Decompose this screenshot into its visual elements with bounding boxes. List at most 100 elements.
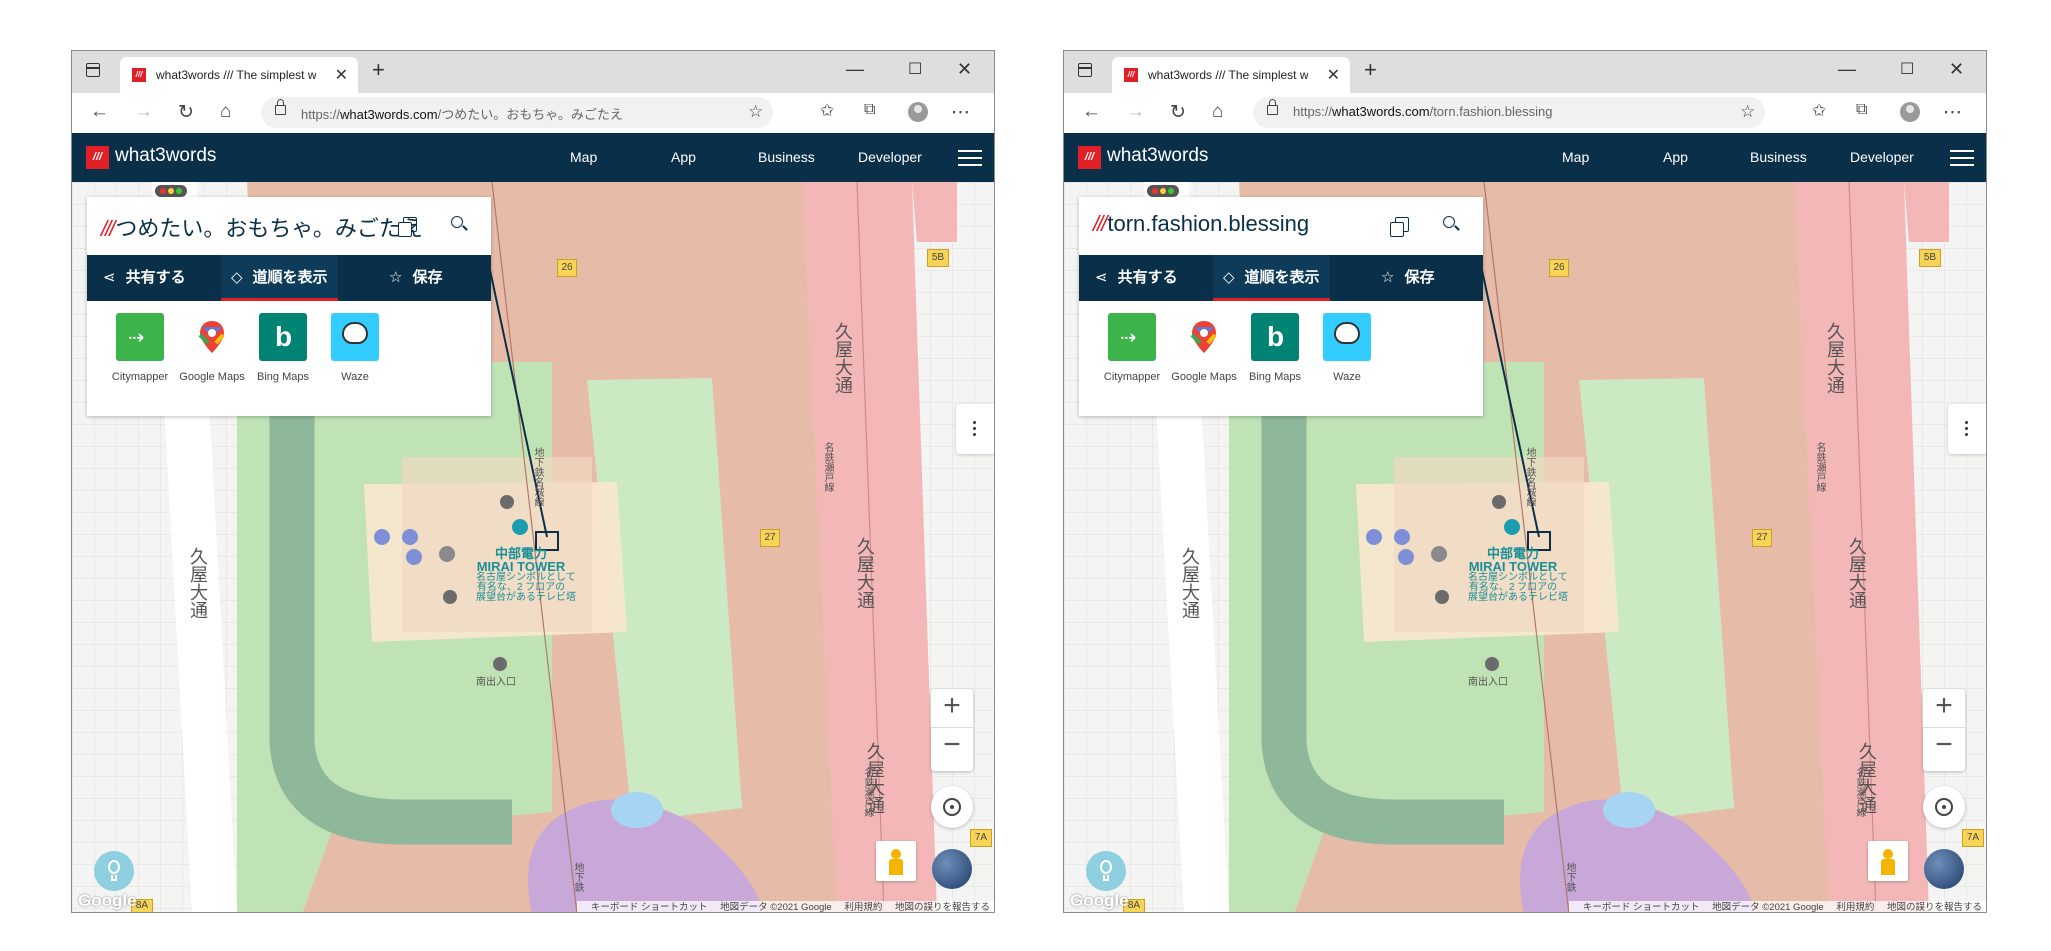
waze-icon — [1323, 313, 1371, 361]
nav-business[interactable]: Business — [1750, 149, 1807, 165]
url-text[interactable]: https://what3words.com/torn.fashion.bles… — [1293, 104, 1552, 119]
close-window-icon[interactable]: ✕ — [1949, 59, 1964, 80]
profile-avatar[interactable] — [1900, 102, 1920, 122]
search-icon[interactable] — [451, 216, 463, 228]
w3w-logo-icon[interactable]: /// — [86, 146, 109, 169]
more-icon[interactable]: ⋯ — [1943, 101, 1962, 124]
copy-icon[interactable] — [398, 217, 417, 237]
nav-map[interactable]: Map — [570, 149, 597, 165]
street-view-pegman-icon[interactable] — [1868, 841, 1908, 881]
directions-button[interactable]: ◇ 道順を表示 — [1213, 255, 1330, 301]
refresh-icon[interactable]: ↻ — [1170, 101, 1186, 124]
terms-link[interactable]: 利用規約 — [1836, 902, 1874, 912]
favorites-icon[interactable]: ✩ — [820, 101, 834, 121]
home-icon[interactable]: ⌂ — [220, 101, 231, 123]
terms-link[interactable]: 利用規約 — [844, 902, 882, 912]
zoom-out-button[interactable]: − — [931, 727, 973, 762]
zoom-out-button[interactable]: − — [1923, 727, 1965, 762]
landmark-label[interactable]: 中部電力 MIRAI TOWER 名古屋シンボルとして 有名な、2 フロアの 展… — [476, 547, 576, 603]
landmark-label[interactable]: 中部電力 MIRAI TOWER 名古屋シンボルとして 有名な、2 フロアの 展… — [1468, 547, 1568, 603]
zoom-in-button[interactable]: + — [931, 689, 973, 723]
refresh-icon[interactable]: ↻ — [178, 101, 194, 124]
menu-icon[interactable] — [958, 150, 982, 166]
nav-developer[interactable]: Developer — [1850, 149, 1914, 165]
forward-icon[interactable]: → — [1126, 101, 1145, 123]
app-bing-maps[interactable]: b Bing Maps — [248, 313, 318, 384]
back-icon[interactable]: ← — [1082, 101, 1101, 123]
search-icon[interactable] — [1443, 216, 1455, 228]
map-canvas[interactable]: 26 27 5B 7A 8A 久屋大通 久屋大通 久屋大通 久屋大通 名鉄瀬戸線… — [72, 182, 994, 912]
add-favorite-icon[interactable]: ☆ — [1740, 102, 1755, 122]
forward-icon[interactable]: → — [134, 101, 153, 123]
word-address[interactable]: ///つめたい。おもちゃ。みごたえ — [101, 211, 423, 243]
tab-actions-icon[interactable] — [86, 63, 100, 77]
minimize-icon[interactable]: — — [846, 59, 864, 80]
lock-icon[interactable] — [275, 99, 286, 115]
app-waze[interactable]: Waze — [1312, 313, 1382, 384]
nav-business[interactable]: Business — [758, 149, 815, 165]
back-icon[interactable]: ← — [90, 101, 109, 123]
keyboard-shortcuts-link[interactable]: キーボード ショートカット — [1583, 902, 1700, 912]
keyboard-shortcuts-link[interactable]: キーボード ショートカット — [591, 902, 708, 912]
new-tab-icon[interactable]: + — [372, 57, 385, 83]
share-button[interactable]: ⋖ 共有する — [103, 255, 186, 301]
lightbulb-icon[interactable] — [94, 851, 134, 891]
directions-button[interactable]: ◇ 道順を表示 — [221, 255, 338, 301]
satellite-toggle-icon[interactable] — [1924, 849, 1964, 889]
word-address[interactable]: ///torn.fashion.blessing — [1093, 211, 1309, 237]
lock-icon[interactable] — [1267, 99, 1278, 115]
nav-map[interactable]: Map — [1562, 149, 1589, 165]
satellite-toggle-icon[interactable] — [932, 849, 972, 889]
app-bing-maps[interactable]: b Bing Maps — [1240, 313, 1310, 384]
locate-me-button[interactable] — [1923, 786, 1965, 828]
more-options-button[interactable] — [956, 404, 994, 454]
new-tab-icon[interactable]: + — [1364, 57, 1377, 83]
favorites-icon[interactable]: ✩ — [1812, 101, 1826, 121]
minimize-icon[interactable]: — — [1838, 59, 1856, 80]
tab-actions-icon[interactable] — [1078, 63, 1092, 77]
collections-icon[interactable]: ⧉ — [1856, 101, 1867, 119]
lightbulb-icon[interactable] — [1086, 851, 1126, 891]
zoom-in-button[interactable]: + — [1923, 689, 1965, 723]
browser-window-right: /// what3words /// The simplest way ✕ + … — [1063, 50, 1987, 913]
logo-text[interactable]: what3words — [115, 145, 216, 167]
menu-icon[interactable] — [1950, 150, 1974, 166]
more-icon[interactable]: ⋯ — [951, 101, 970, 124]
maximize-icon[interactable]: ☐ — [1900, 59, 1914, 79]
report-error-link[interactable]: 地図の誤りを報告する — [895, 902, 990, 912]
report-error-link[interactable]: 地図の誤りを報告する — [1887, 902, 1982, 912]
map-canvas[interactable]: 26 27 5B 7A 8A 久屋大通 久屋大通 久屋大通 久屋大通 名鉄瀬戸線… — [1064, 182, 1986, 912]
nav-app[interactable]: App — [671, 149, 696, 165]
street-view-pegman-icon[interactable] — [876, 841, 916, 881]
logo-text[interactable]: what3words — [1107, 145, 1208, 167]
url-text[interactable]: https://what3words.com/つめたい。おもちゃ。みごたえ — [301, 104, 623, 123]
close-tab-icon[interactable]: ✕ — [335, 65, 348, 85]
save-button[interactable]: ☆ 保存 — [1381, 255, 1434, 301]
profile-avatar[interactable] — [908, 102, 928, 122]
nav-developer[interactable]: Developer — [858, 149, 922, 165]
address-bar[interactable]: https://what3words.com/torn.fashion.bles… — [1253, 97, 1765, 128]
nav-app[interactable]: App — [1663, 149, 1688, 165]
close-window-icon[interactable]: ✕ — [957, 59, 972, 80]
add-favorite-icon[interactable]: ☆ — [748, 102, 763, 122]
app-google-maps[interactable]: Google Maps — [177, 313, 247, 384]
route-shield-27: 27 — [1752, 529, 1772, 547]
w3w-logo-icon[interactable]: /// — [1078, 146, 1101, 169]
home-icon[interactable]: ⌂ — [1212, 101, 1223, 123]
app-waze[interactable]: Waze — [320, 313, 390, 384]
close-tab-icon[interactable]: ✕ — [1327, 65, 1340, 85]
bing-icon: b — [259, 313, 307, 361]
more-options-button[interactable] — [1948, 404, 1986, 454]
save-button[interactable]: ☆ 保存 — [389, 255, 442, 301]
collections-icon[interactable]: ⧉ — [864, 101, 875, 119]
app-google-maps[interactable]: Google Maps — [1169, 313, 1239, 384]
share-button[interactable]: ⋖ 共有する — [1095, 255, 1178, 301]
maximize-icon[interactable]: ☐ — [908, 59, 922, 79]
browser-tab[interactable]: /// what3words /// The simplest way ✕ — [120, 57, 358, 93]
browser-tab[interactable]: /// what3words /// The simplest way ✕ — [1112, 57, 1350, 93]
locate-me-button[interactable] — [931, 786, 973, 828]
app-citymapper[interactable]: ⇢ Citymapper — [105, 313, 175, 384]
copy-icon[interactable] — [1390, 217, 1409, 237]
app-citymapper[interactable]: ⇢ Citymapper — [1097, 313, 1167, 384]
address-bar[interactable]: https://what3words.com/つめたい。おもちゃ。みごたえ ☆ — [261, 97, 773, 128]
